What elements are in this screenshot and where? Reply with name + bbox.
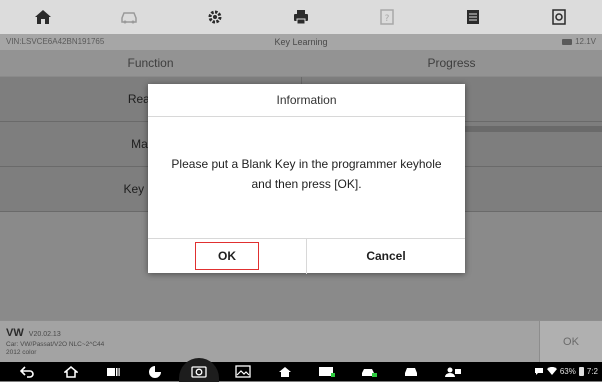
column-header-progress: Progress [427,56,476,70]
vehicle-button[interactable] [396,364,426,379]
browser-icon [149,365,161,378]
table-header: Function Progress [0,50,602,76]
battery-percent: 63% [559,367,576,376]
vehicle-swap-button[interactable] [86,0,172,34]
home-filled-icon [279,366,291,377]
battery-level-icon [578,367,584,376]
remote-expert-icon [445,367,461,377]
app-home-button[interactable] [270,364,300,379]
car-icon [405,367,417,376]
help-button[interactable]: ? [344,0,430,34]
data-logging-icon [467,10,479,24]
wifi-icon [546,367,557,375]
camera-button[interactable] [184,364,214,379]
home-outline-icon [64,365,78,378]
dialog-message: Please put a Blank Key in the programmer… [158,154,455,194]
car-diagnostics-icon [362,368,377,377]
help-icon: ? [380,9,394,25]
vci-button[interactable] [312,364,342,379]
battery-icon [562,38,573,45]
dialog-message-line1: Please put a Blank Key in the programmer… [171,157,442,171]
cancel-button[interactable]: Cancel [307,239,465,274]
remote-expert-button[interactable] [438,364,468,379]
footer-ok-button[interactable]: OK [539,321,602,363]
vehicle-make: VW V20.02.13 [6,327,61,339]
browser-button[interactable] [140,364,170,379]
vehicle-year-line: 2012 color [6,349,37,356]
image-gallery-button[interactable] [228,364,258,379]
vehicle-status-bar: VIN:LSVCE6A42BN191765 Key Learning 12.1V [0,34,602,50]
data-logging-button[interactable] [430,0,516,34]
image-gallery-icon [235,365,251,378]
screenshot-button[interactable] [516,0,602,34]
screenshot-icon [552,9,566,25]
recent-apps-icon [107,367,120,376]
svg-text:?: ? [385,14,390,24]
home-button[interactable] [0,0,86,34]
print-button[interactable] [258,0,344,34]
settings-gear-icon [208,10,222,24]
vci-connection-icon [319,366,335,377]
recent-apps-button[interactable] [98,364,128,379]
clock: 7:2 [586,367,598,376]
chat-icon [534,368,543,375]
camera-icon [191,366,207,378]
voltage-value: 12.1V [575,37,596,46]
column-header-function: Function [127,56,174,70]
vehicle-model-line: Car: VW/Passat/V2O NLC~2^C44 [6,341,105,348]
vehicle-swap-icon [121,12,137,24]
make-label: VW [6,327,24,339]
dialog-title: Information [148,84,465,117]
system-navigation-bar: 63% 7:2 [0,358,602,382]
top-toolbar: ? [0,0,602,34]
back-button[interactable] [12,364,42,379]
dialog-button-bar: OK Cancel [148,238,465,274]
software-version: V20.02.13 [28,331,61,338]
dialog-message-line2: and then press [OK]. [251,177,362,191]
home-nav-button[interactable] [56,364,86,379]
voltage-indicator: 12.1V [562,37,596,46]
ok-button[interactable]: OK [195,242,259,270]
home-icon [35,10,51,24]
page-title: Key Learning [274,37,328,47]
settings-button[interactable] [172,0,258,34]
diagnostics-button[interactable] [354,364,384,379]
back-arrow-icon [20,365,34,378]
vehicle-info-footer: VW V20.02.13 Car: VW/Passat/V2O NLC~2^C4… [0,320,602,363]
information-dialog: Information Please put a Blank Key in th… [148,84,465,274]
printer-icon [294,10,308,25]
system-status-area: 63% 7:2 [534,364,598,379]
